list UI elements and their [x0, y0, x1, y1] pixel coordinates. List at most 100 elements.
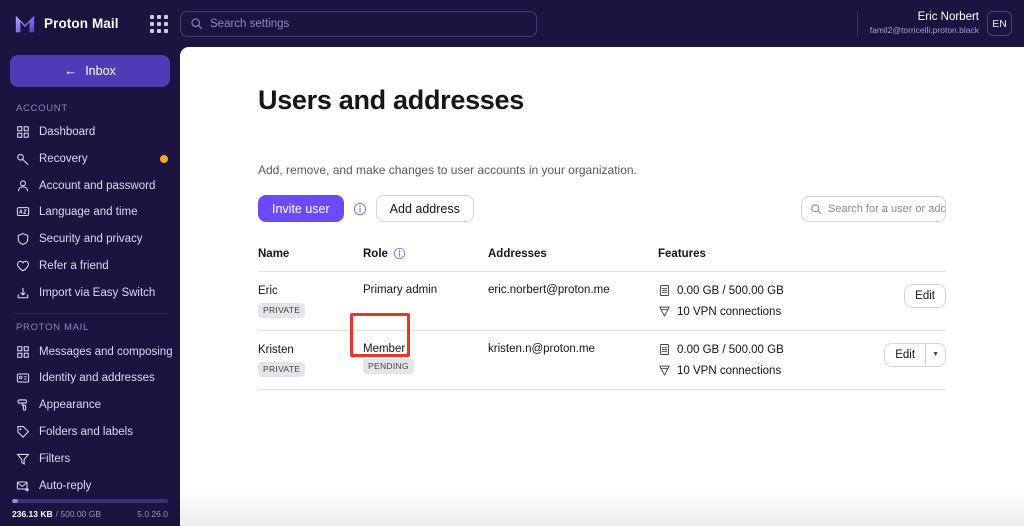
- info-icon[interactable]: [353, 202, 367, 216]
- sidebar-item-messages-and-composing[interactable]: Messages and composing: [0, 338, 180, 365]
- sidebar-divider: [12, 313, 168, 315]
- search-icon: [811, 203, 822, 214]
- table-row: Eric PRIVATE Primary admin eric.norbert@…: [258, 271, 946, 331]
- filter-icon: [16, 453, 30, 465]
- sidebar-item-label: Appearance: [39, 399, 102, 412]
- user-name: Eric: [258, 285, 278, 297]
- sidebar-item-label: Identity and addresses: [39, 372, 155, 385]
- sidebar-item-label: Language and time: [39, 206, 138, 219]
- cell-role: Member PENDING: [363, 330, 488, 390]
- storage-total: / 500.00 GB: [55, 509, 102, 519]
- users-table: Name Role Addresses Features Eric PRIVAT…: [258, 247, 946, 390]
- main-content: Users and addresses Add, remove, and mak…: [180, 47, 1024, 526]
- sidebar-item-label: Import via Easy Switch: [39, 286, 156, 299]
- paint-roller-icon: [17, 399, 27, 411]
- add-address-button[interactable]: Add address: [375, 195, 474, 222]
- info-icon[interactable]: [393, 247, 406, 260]
- grid-dot: [150, 28, 154, 33]
- user-search-input[interactable]: Search for a user or add: [801, 195, 946, 222]
- status-badge: PRIVATE: [258, 362, 306, 377]
- grid-dot: [157, 21, 161, 26]
- cell-name: Kristen PRIVATE: [258, 330, 363, 390]
- app-window: Proton Mail Search settings Eric Norbert…: [0, 0, 1024, 526]
- vpn-shield-icon: [659, 306, 670, 317]
- table-head: Name Role Addresses Features: [258, 247, 946, 272]
- sidebar-item-language-and-time[interactable]: Language and time: [0, 199, 180, 226]
- import-icon: [17, 287, 29, 299]
- storage-value: 0.00 GB / 500.00 GB: [677, 284, 784, 297]
- sidebar-item-security-and-privacy[interactable]: Security and privacy: [0, 226, 180, 253]
- arrow-left-icon: ←: [64, 63, 78, 79]
- page-description: Add, remove, and make changes to user ac…: [258, 163, 637, 177]
- sidebar-item-label: Refer a friend: [39, 260, 109, 273]
- account-email: famil2@torricelli.proton.black: [869, 25, 979, 35]
- feature-storage: 0.00 GB / 500.00 GB: [658, 284, 873, 297]
- column-header-name: Name: [258, 247, 363, 272]
- brand-name: Proton Mail: [44, 16, 119, 31]
- sidebar-item-recovery[interactable]: Recovery: [0, 146, 180, 173]
- settings-search-wrap: Search settings: [180, 10, 537, 37]
- main-inner: Users and addresses Add, remove, and mak…: [180, 47, 1024, 390]
- account-area: Eric Norbert famil2@torricelli.proton.bl…: [856, 0, 1024, 47]
- sidebar-item-label: Auto-reply: [39, 479, 92, 492]
- chevron-down-icon[interactable]: ▼: [925, 344, 945, 366]
- proton-mail-logo-icon: [15, 15, 35, 32]
- avatar[interactable]: EN: [987, 11, 1012, 36]
- app-grid-icon[interactable]: [149, 14, 169, 34]
- storage-value: 0.00 GB / 500.00 GB: [677, 343, 784, 356]
- storage-icon: [659, 284, 670, 297]
- feature-storage: 0.00 GB / 500.00 GB: [658, 343, 873, 356]
- vpn-value: 10 VPN connections: [677, 364, 782, 377]
- column-header-features: Features: [658, 247, 873, 272]
- back-to-inbox-button[interactable]: ← Inbox: [10, 55, 170, 87]
- sidebar-item-appearance[interactable]: Appearance: [0, 392, 180, 419]
- sidebar-item-label: Recovery: [39, 152, 88, 165]
- storage-used: 236.13 KB: [12, 509, 53, 519]
- sidebar-item-filters[interactable]: Filters: [0, 445, 180, 472]
- vpn-value: 10 VPN connections: [677, 305, 782, 318]
- storage-icon: [659, 343, 670, 356]
- auto-reply-icon: [16, 480, 30, 492]
- edit-button[interactable]: Edit ▼: [884, 343, 946, 367]
- cell-actions: Edit ▼: [873, 330, 946, 390]
- sidebar-section-account-title: ACCOUNT: [16, 102, 68, 114]
- body-row: ← Inbox ACCOUNT Dashboard Recovery Accou…: [0, 47, 1024, 526]
- grid-dot: [157, 28, 161, 33]
- account-text: Eric Norbert famil2@torricelli.proton.bl…: [870, 11, 979, 36]
- table-body: Eric PRIVATE Primary admin eric.norbert@…: [258, 271, 946, 390]
- sidebar-item-account-and-password[interactable]: Account and password: [0, 172, 180, 199]
- sidebar-item-label: Dashboard: [39, 126, 96, 139]
- grid-dot: [150, 14, 154, 19]
- sidebar-item-label: Messages and composing: [39, 345, 173, 358]
- column-header-actions: [873, 247, 946, 272]
- sidebar-item-auto-reply[interactable]: Auto-reply: [0, 472, 180, 499]
- edit-button-label: Edit: [915, 290, 935, 302]
- status-badge: PRIVATE: [258, 303, 306, 318]
- sidebar-item-dashboard[interactable]: Dashboard: [0, 119, 180, 146]
- cell-features: 0.00 GB / 500.00 GB 10 VPN connections: [658, 271, 873, 331]
- sidebar-item-folders-and-labels[interactable]: Folders and labels: [0, 419, 180, 446]
- heart-icon: [17, 260, 29, 272]
- invite-user-button[interactable]: Invite user: [258, 195, 344, 222]
- sidebar-item-import-via-easy-switch[interactable]: Import via Easy Switch: [0, 279, 180, 306]
- user-name: Kristen: [258, 344, 294, 356]
- search-settings-input[interactable]: Search settings: [180, 10, 537, 37]
- edit-button[interactable]: Edit: [904, 284, 946, 308]
- feature-vpn: 10 VPN connections: [658, 364, 873, 377]
- edit-button-label: Edit: [895, 349, 916, 361]
- dashboard-icon: [17, 126, 29, 138]
- storage-progress-bar[interactable]: [12, 499, 168, 503]
- cell-role: Primary admin: [363, 271, 488, 331]
- storage-area: 236.13 KB / 500.00 GB 5.0.26.0: [0, 499, 180, 526]
- action-row: Invite user Add address Search for a use…: [258, 195, 946, 222]
- column-header-addresses: Addresses: [488, 247, 658, 272]
- user-role: Primary admin: [363, 284, 438, 296]
- sidebar-item-identity-and-addresses[interactable]: Identity and addresses: [0, 365, 180, 392]
- sidebar-item-refer-a-friend[interactable]: Refer a friend: [0, 253, 180, 280]
- table-row: Kristen PRIVATE Member PENDING kristen.n…: [258, 330, 946, 390]
- id-card-icon: [16, 373, 30, 383]
- sidebar: ← Inbox ACCOUNT Dashboard Recovery Accou…: [0, 47, 180, 526]
- grid-dot: [150, 21, 154, 26]
- sidebar-section-proton-mail-title: PROTON MAIL: [16, 322, 89, 334]
- table-header-row: Name Role Addresses Features: [258, 247, 946, 272]
